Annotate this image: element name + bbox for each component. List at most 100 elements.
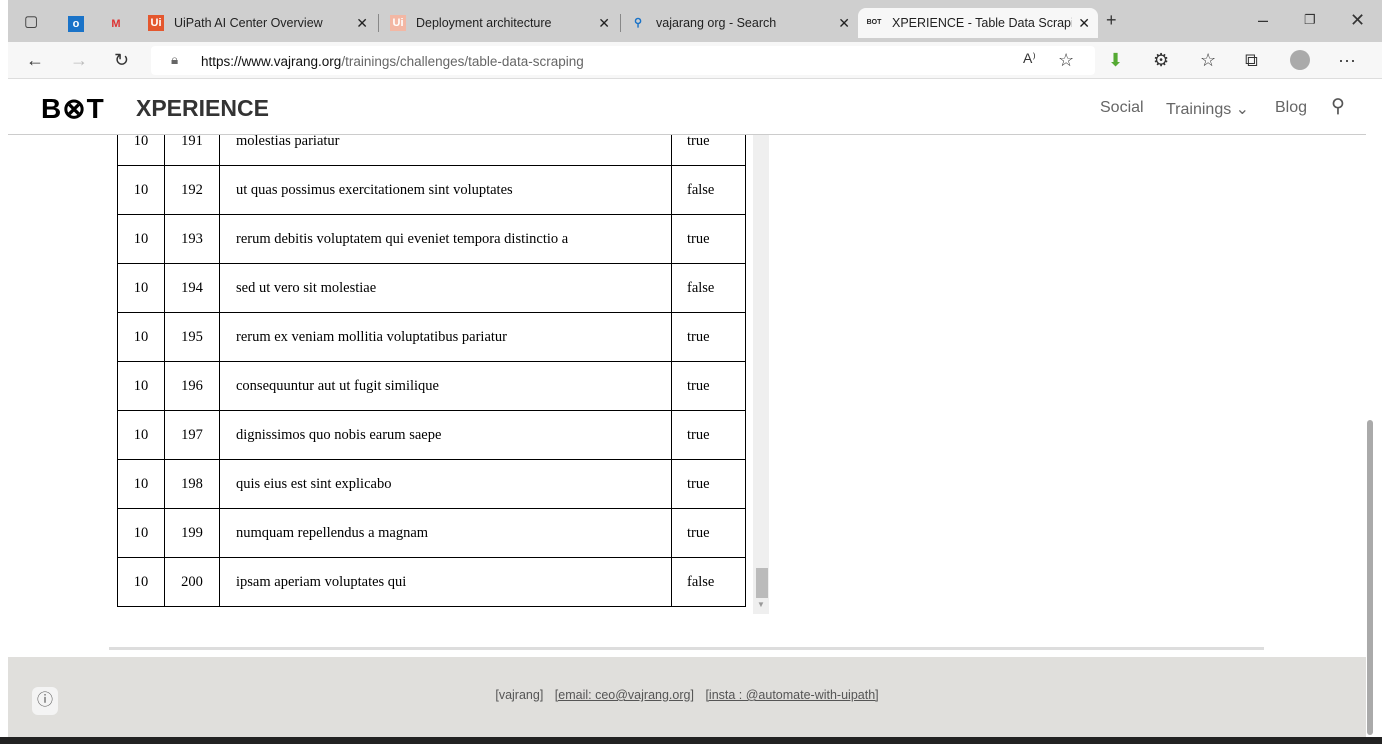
tab-actions-icon[interactable]: ▢ [24,12,38,30]
new-tab-icon[interactable]: + [1106,10,1117,31]
site-header: B⊗T XPERIENCE Social Trainings ⌄ Blog ⚲ [8,80,1366,135]
table-cell: 197 [164,410,220,460]
tab-label: UiPath AI Center Overview [174,16,323,30]
nav-social[interactable]: Social [1100,99,1144,117]
extension-download-icon[interactable]: ⬇ [1108,50,1123,71]
table-cell: false [671,165,746,215]
forward-icon[interactable]: → [70,50,88,71]
extensions-icon[interactable]: ⚙ [1153,50,1169,71]
restore-icon[interactable]: ❐ [1304,12,1316,28]
table-cell: ipsam aperiam voluptates qui [219,557,672,607]
outlook-tab-icon[interactable]: o [68,16,84,32]
table-row: 10 200 ipsam aperiam voluptates qui false [117,557,746,607]
uipath-icon: Ui [148,15,164,31]
table-cell: rerum ex veniam mollitia voluptatibus pa… [219,312,672,362]
table-cell: 192 [164,165,220,215]
nav-trainings[interactable]: Trainings ⌄ [1166,99,1249,119]
table-cell: 10 [117,312,165,362]
close-icon[interactable]: ✕ [838,15,850,32]
search-icon: ⚲ [633,17,643,29]
site-logo[interactable]: B⊗T [41,92,105,125]
table-row: 10 195 rerum ex veniam mollitia voluptatib… [117,312,746,362]
read-aloud-icon[interactable]: A⁾ [1023,50,1036,67]
profile-avatar[interactable] [1290,50,1310,70]
table-cell: 10 [117,459,165,509]
data-table: 10 191 molestias pariatur true 10 192 ut quas … [117,116,746,607]
close-window-icon[interactable]: ✕ [1350,10,1365,31]
table-cell: ut quas possimus exercitationem sint vol… [219,165,672,215]
address-bar-row: ← → ↻ 🔒︎ https://www.vajrang.org/training… [8,42,1382,79]
nav-blog[interactable]: Blog [1275,99,1307,117]
table-cell: 195 [164,312,220,362]
site-brand[interactable]: XPERIENCE [136,95,269,122]
refresh-icon[interactable]: ↻ [114,50,129,71]
tab-deployment[interactable]: Ui Deployment architecture ✕ [382,8,618,38]
tab-uipath-ai-center[interactable]: Ui UiPath AI Center Overview ✕ [140,8,376,38]
minimize-icon[interactable]: – [1258,10,1268,31]
divider [109,647,1264,650]
table-row: 10 196 consequuntur aut ut fugit similique… [117,361,746,411]
table-cell: true [671,214,746,264]
table-cell: 10 [117,557,165,607]
favorites-icon[interactable]: ☆ [1200,50,1216,71]
taskbar [0,737,1382,744]
table-row: 10 199 numquam repellendus a magnam true [117,508,746,558]
more-icon[interactable]: ··· [1338,50,1356,71]
bot-favicon: BOT [866,19,882,26]
tab-label: vajarang org - Search [656,16,777,30]
collections-icon[interactable]: ⧉ [1245,50,1258,71]
tab-search[interactable]: ⚲ vajarang org - Search ✕ [622,8,858,38]
back-icon[interactable]: ← [26,50,44,71]
tab-label: Deployment architecture [416,16,552,30]
table-cell: 193 [164,214,220,264]
page-scrollbar-thumb[interactable] [1367,420,1373,735]
url-domain: https://www.vajrang.org [201,54,342,69]
uipath-icon: Ui [390,15,406,31]
table-cell: dignissimos quo nobis earum saepe [219,410,672,460]
search-icon[interactable]: ⚲ [1331,95,1345,118]
table-cell: numquam repellendus a magnam [219,508,672,558]
close-icon[interactable]: ✕ [598,15,610,32]
scroll-down-icon[interactable]: ▼ [757,600,765,609]
footer-email-link[interactable]: [email: ceo@vajrang.org] [555,688,694,702]
chevron-down-icon: ⌄ [1235,101,1250,118]
table-row: 10 193 rerum debitis voluptatem qui evenie… [117,214,746,264]
table-cell: 10 [117,361,165,411]
table-cell: quis eius est sint explicabo [219,459,672,509]
table-cell: true [671,459,746,509]
favorite-add-icon[interactable]: ☆ [1058,50,1074,71]
close-icon[interactable]: ✕ [1078,15,1090,32]
tab-table-scraping[interactable]: BOT XPERIENCE - Table Data Scraping ✕ [858,8,1098,38]
table-cell: 10 [117,410,165,460]
gmail-tab-icon[interactable]: M [108,16,124,32]
table-cell: false [671,557,746,607]
table-cell: 10 [117,214,165,264]
url-path: /trainings/challenges/table-data-scrapin… [341,54,584,69]
table-cell: 10 [117,165,165,215]
table-cell: false [671,263,746,313]
table-cell: 200 [164,557,220,607]
info-icon[interactable]: ⓘ [32,687,58,715]
tab-label: XPERIENCE - Table Data Scraping [892,16,1072,30]
table-cell: 10 [117,508,165,558]
tab-bar: ▢ o M Ui UiPath AI Center Overview ✕ Ui Dep… [0,0,1382,42]
table-row: 10 194 sed ut vero sit molestiae false [117,263,746,313]
table-cell: 199 [164,508,220,558]
table-cell: true [671,312,746,362]
lock-icon: 🔒︎ [171,52,179,67]
table-cell: consequuntur aut ut fugit similique [219,361,672,411]
table-cell: rerum debitis voluptatem qui eveniet tem… [219,214,672,264]
table-row: 10 198 quis eius est sint explicabo true [117,459,746,509]
close-icon[interactable]: ✕ [356,15,368,32]
nav-trainings-label: Trainings [1166,101,1232,118]
table-cell: 196 [164,361,220,411]
table-scrollbar[interactable]: ▼ [753,134,769,614]
table-row: 10 197 dignissimos quo nobis earum saepe tr… [117,410,746,460]
scrollbar-thumb[interactable] [756,568,768,598]
table-row: 10 192 ut quas possimus exercitationem sin… [117,165,746,215]
table-cell: true [671,361,746,411]
url-input[interactable]: 🔒︎ https://www.vajrang.org/trainings/chal… [151,46,1095,75]
table-cell: true [671,508,746,558]
footer-insta-link[interactable]: [insta : @automate-with-uipath] [705,688,878,702]
table-cell: 10 [117,263,165,313]
